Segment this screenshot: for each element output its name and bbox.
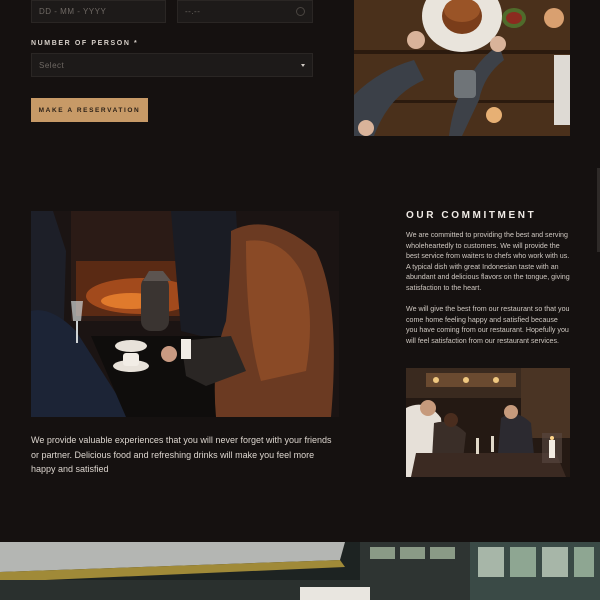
experience-description: We provide valuable experiences that you… [31, 435, 332, 474]
commitment-paragraph-1: We are committed to providing the best a… [406, 231, 570, 292]
time-placeholder: --.-- [185, 7, 201, 16]
make-reservation-button[interactable]: MAKE A RESERVATION [31, 98, 148, 122]
restaurant-interior-photo [0, 542, 600, 600]
waiter-pouring-photo [31, 211, 339, 417]
date-input[interactable]: DD - MM - YYYY [31, 0, 166, 23]
persons-select-value: Select [39, 60, 65, 70]
friends-cheers-photo [406, 368, 570, 477]
persons-label: NUMBER OF PERSON * [31, 40, 139, 47]
burger-dining-photo [354, 0, 570, 136]
date-placeholder: DD - MM - YYYY [39, 7, 107, 16]
commitment-title: OUR COMMITMENT [406, 210, 537, 221]
time-input[interactable]: --.-- [177, 0, 313, 23]
clock-icon [296, 7, 305, 16]
caret-down-icon [301, 63, 305, 67]
persons-select[interactable]: Select [31, 53, 313, 77]
commitment-paragraph-2: We will give the best from our restauran… [406, 305, 570, 345]
